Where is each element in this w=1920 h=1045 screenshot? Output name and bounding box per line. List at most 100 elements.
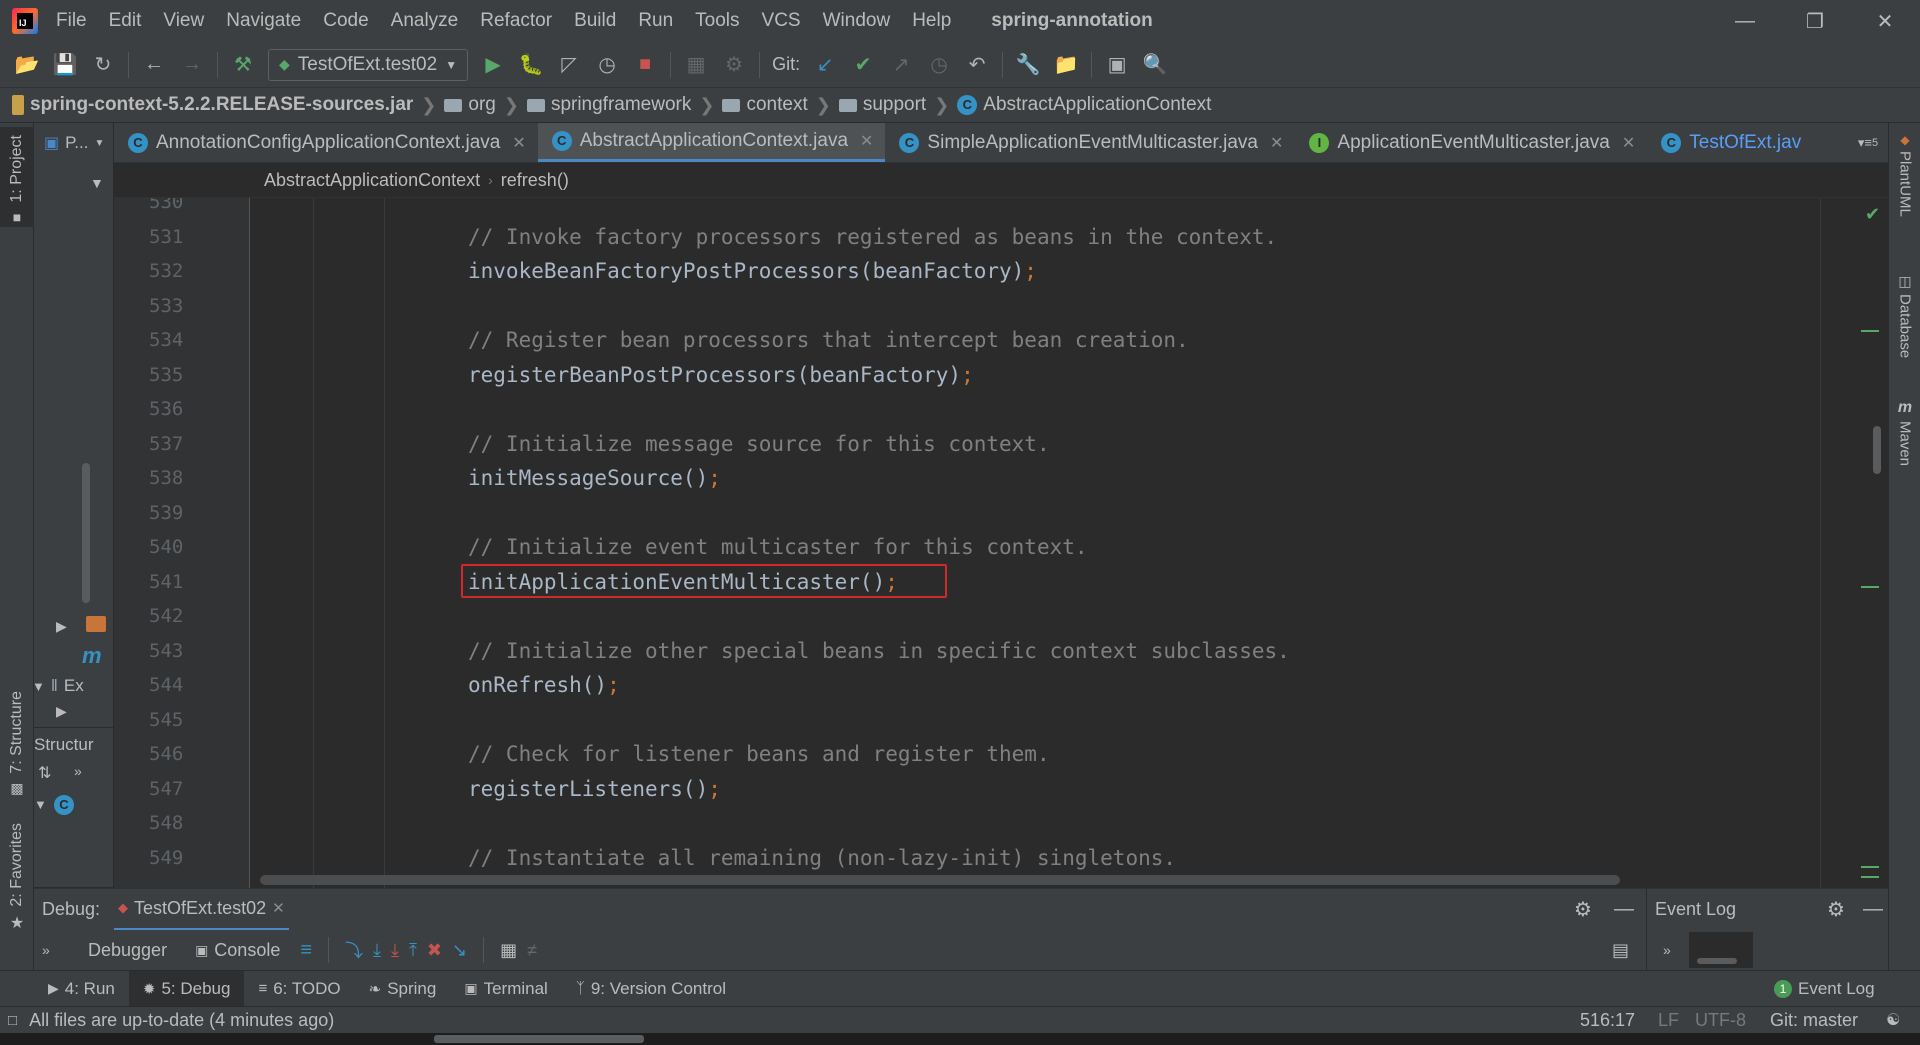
git-rollback-icon[interactable]: ↶ <box>960 48 994 82</box>
run-icon[interactable]: ▶ <box>476 48 510 82</box>
menu-edit[interactable]: Edit <box>109 10 142 32</box>
tab-abstract-application-context[interactable]: C AbstractApplicationContext.java ✕ <box>537 123 886 162</box>
minimize-panel-icon[interactable]: — <box>1614 898 1634 921</box>
horizontal-scrollbar[interactable] <box>260 875 1620 885</box>
sync-icon[interactable]: ↻ <box>86 48 120 82</box>
menu-build[interactable]: Build <box>574 10 616 32</box>
panel-scrollbar[interactable] <box>82 463 90 603</box>
menu-lines-icon[interactable]: ≡ <box>300 939 312 962</box>
line-number[interactable]: 535 <box>149 358 249 393</box>
tab-event-multicaster-interface[interactable]: I ApplicationEventMulticaster.java ✕ <box>1295 123 1647 162</box>
tool-tab-debug[interactable]: ✹ 5: Debug <box>128 970 245 1007</box>
menu-navigate[interactable]: Navigate <box>226 10 301 32</box>
line-number[interactable]: 536 <box>149 392 249 427</box>
forward-icon[interactable]: → <box>175 48 209 82</box>
git-update-icon[interactable]: ↙ <box>808 48 842 82</box>
line-number[interactable]: 544 <box>149 668 249 703</box>
sort-icon[interactable]: ⇅ <box>38 763 51 783</box>
editor-marker-strip[interactable]: ✔ <box>1820 198 1888 888</box>
close-tab-icon[interactable]: ✕ <box>1270 133 1283 153</box>
close-tab-icon[interactable]: ✕ <box>512 133 525 153</box>
git-commit-icon[interactable]: ✔ <box>846 48 880 82</box>
window-scroll-thumb[interactable] <box>434 1035 644 1043</box>
tabs-overflow-button[interactable]: ▾≡ 5 <box>1848 123 1888 162</box>
line-number[interactable]: 533 <box>149 289 249 324</box>
force-step-into-icon[interactable]: ⤓ <box>391 940 399 961</box>
coverage-icon[interactable]: ◸ <box>552 48 586 82</box>
tool-tab-event-log[interactable]: 1 Event Log <box>1760 971 1889 1007</box>
database-tool-tab[interactable]: ◫ Database <box>1889 273 1920 383</box>
back-icon[interactable]: ← <box>137 48 171 82</box>
menu-window[interactable]: Window <box>823 10 891 32</box>
line-number[interactable]: 542 <box>149 599 249 634</box>
debug-session-tab[interactable]: ◆ TestOfExt.test02 ✕ <box>114 889 289 931</box>
chevron-down-icon[interactable]: ▼ <box>94 138 104 149</box>
close-window-button[interactable]: ✕ <box>1850 0 1920 42</box>
structure-tool-tab[interactable]: 7: Structure ▩ <box>0 691 34 806</box>
tree-item-ex[interactable]: ▼ ‖ Ex <box>34 676 113 696</box>
step-into-icon[interactable]: ⤓ <box>373 940 381 961</box>
wrench-icon[interactable]: 🔧 <box>1011 48 1045 82</box>
inspector-icon[interactable]: ☯ <box>1886 1010 1900 1030</box>
tab-simple-event-multicaster[interactable]: C SimpleApplicationEventMulticaster.java… <box>885 123 1295 162</box>
line-number[interactable]: 537 <box>149 427 249 462</box>
more-icon[interactable]: » <box>42 942 66 958</box>
more-icon[interactable]: » <box>1663 942 1671 958</box>
restore-button[interactable]: ❐ <box>1780 0 1850 42</box>
breadcrumb-context[interactable]: context <box>722 94 808 116</box>
tool-tab-spring[interactable]: ❧ Spring <box>355 971 451 1007</box>
line-number[interactable]: 530 <box>149 198 249 220</box>
editor-scroll-thumb[interactable] <box>1873 426 1881 474</box>
line-number[interactable]: 539 <box>149 496 249 531</box>
line-number[interactable]: 540 <box>149 530 249 565</box>
git-push-icon[interactable]: ↗ <box>884 48 918 82</box>
project-structure-icon[interactable]: 📁 <box>1049 48 1083 82</box>
debug-icon[interactable]: 🐛 <box>514 48 548 82</box>
close-tab-icon[interactable]: ✕ <box>272 899 285 917</box>
evaluate-icon[interactable]: ▦ <box>500 940 517 961</box>
line-separator[interactable]: LF <box>1658 1010 1679 1031</box>
menu-view[interactable]: View <box>163 10 204 32</box>
search-icon[interactable]: 🔍 <box>1138 48 1172 82</box>
tab-annotation-config[interactable]: C AnnotationConfigApplicationContext.jav… <box>114 123 538 162</box>
git-branch[interactable]: Git: master <box>1770 1010 1858 1031</box>
menu-tools[interactable]: Tools <box>695 10 739 32</box>
trace-icon[interactable]: ≠ <box>527 940 537 961</box>
gear-icon[interactable]: ⚙ <box>1574 897 1592 922</box>
project-panel-title[interactable]: P... <box>65 133 88 153</box>
tool-tab-terminal[interactable]: ▣ Terminal <box>450 971 561 1007</box>
menu-file[interactable]: File <box>56 10 87 32</box>
menu-help[interactable]: Help <box>912 10 951 32</box>
breadcrumb-springframework[interactable]: springframework <box>526 94 691 116</box>
profile-icon[interactable]: ◷ <box>590 48 624 82</box>
menu-refactor[interactable]: Refactor <box>480 10 552 32</box>
tab-console[interactable]: ▣ Console <box>195 940 280 961</box>
more-icon[interactable]: » <box>74 763 82 779</box>
menu-code[interactable]: Code <box>323 10 368 32</box>
stop-icon[interactable]: ■ <box>628 48 662 82</box>
tool-tab-run[interactable]: ▶ 4: Run <box>34 971 129 1007</box>
event-log-scroll[interactable] <box>1696 958 1737 964</box>
presentation-icon[interactable]: ▣ <box>1100 48 1134 82</box>
minimize-panel-icon[interactable]: — <box>1863 898 1883 921</box>
drop-frame-icon[interactable]: ✖ <box>427 940 442 961</box>
editor-crumb-method[interactable]: refresh() <box>501 170 569 191</box>
build-hammer-icon[interactable]: ⚒ <box>226 48 260 82</box>
line-number[interactable]: 547 <box>149 772 249 807</box>
menu-run[interactable]: Run <box>638 10 673 32</box>
run-to-cursor-icon[interactable]: ↘ <box>452 940 467 961</box>
line-number[interactable]: 532 <box>149 254 249 289</box>
line-number[interactable]: 534 <box>149 323 249 358</box>
breadcrumb-org[interactable]: org <box>444 94 496 116</box>
breadcrumb-class[interactable]: C AbstractApplicationContext <box>957 94 1211 116</box>
settings-disabled-icon[interactable]: ⚙ <box>717 48 751 82</box>
maven-tool-tab[interactable]: m Maven <box>1889 399 1920 499</box>
layout-icon[interactable]: ▤ <box>1612 940 1629 961</box>
step-out-icon[interactable]: ⤒ <box>409 940 417 961</box>
close-tab-icon[interactable]: ✕ <box>1622 133 1635 153</box>
plantuml-tool-tab[interactable]: ◆ PlantUML <box>1889 133 1920 243</box>
tool-tab-todo[interactable]: ≡ 6: TODO <box>244 971 354 1007</box>
caret-position[interactable]: 516:17 <box>1580 1010 1635 1031</box>
open-folder-icon[interactable]: 📂 <box>10 48 44 82</box>
gear-icon[interactable]: ⚙ <box>1827 897 1845 922</box>
